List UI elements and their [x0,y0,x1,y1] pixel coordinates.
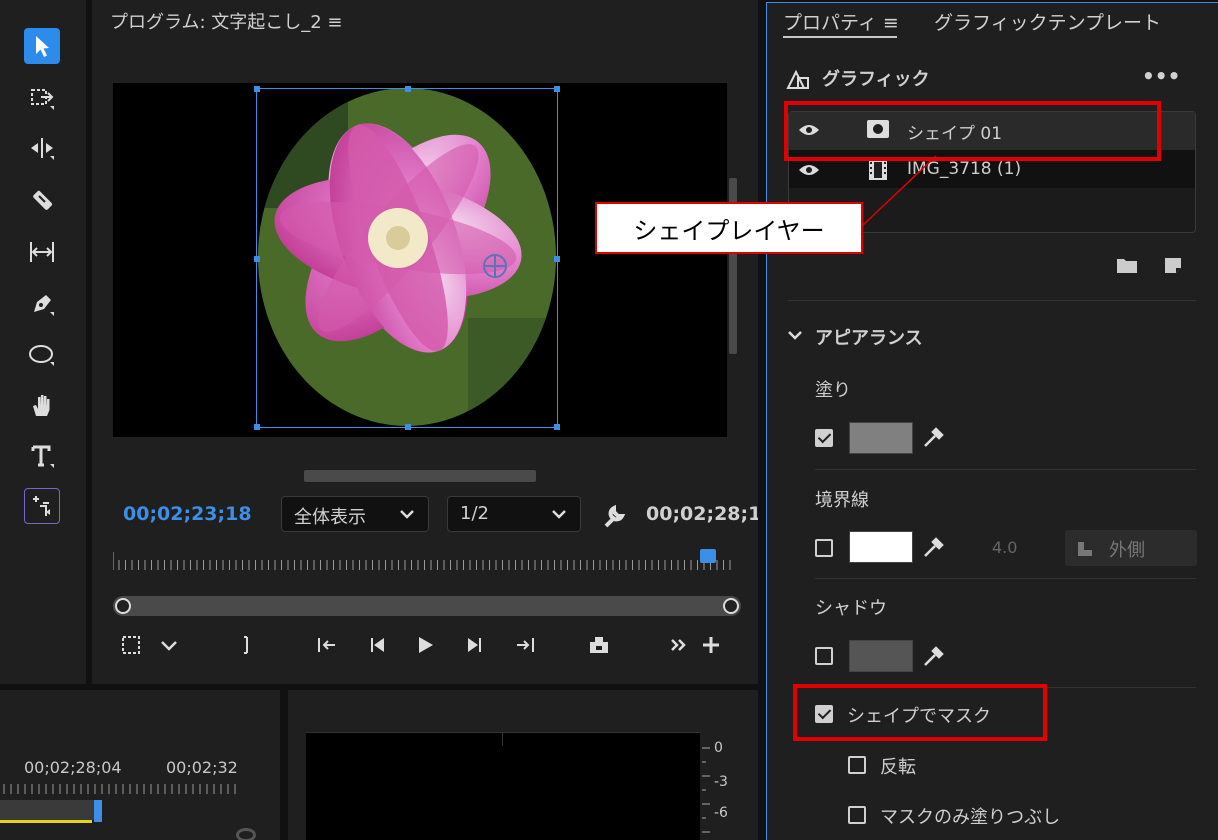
export-frame-icon[interactable] [584,630,614,660]
resize-handle[interactable] [254,256,260,262]
callout-label: シェイプレイヤー [595,202,863,254]
stroke-position-icon [1078,542,1092,556]
timeline-clip[interactable] [0,800,96,820]
invert-checkbox[interactable] [848,756,866,774]
eyedropper-icon[interactable] [921,536,945,560]
layer-name: IMG_3718 (1) [907,159,1022,179]
zoom-level-value: 全体表示 [294,507,366,528]
chevron-down-icon [552,510,566,519]
fill-color-swatch[interactable] [849,422,913,454]
resolution-select[interactable]: 1/2 [447,496,581,532]
type-tool-icon[interactable] [22,436,62,476]
resize-handle[interactable] [405,86,411,92]
pen-tool-icon[interactable] [22,284,62,324]
track-select-tool-icon[interactable] [22,78,62,118]
shadow-label: シャドウ [815,598,887,619]
resize-handle[interactable] [254,86,260,92]
horizontal-scrollbar[interactable] [304,470,536,482]
razor-tool-icon[interactable] [22,180,62,220]
monitor-title[interactable]: プログラム: 文字起こし_2 ≡ [110,8,343,34]
stroke-color-swatch[interactable] [849,531,913,563]
resolution-value: 1/2 [460,503,489,524]
shape-layer-highlight [784,101,1161,161]
resize-handle[interactable] [554,424,560,430]
shape-bounding-box[interactable] [254,86,560,430]
divider [815,578,1196,579]
tab-properties[interactable]: プロパティ ≡ [783,8,899,35]
selection-tool-icon[interactable] [24,28,60,64]
timeline-playhead[interactable] [94,800,102,822]
zoom-level-select[interactable]: 全体表示 [281,496,429,532]
step-forward-icon[interactable] [460,630,490,660]
audio-divider [502,732,503,746]
audio-meter-display [306,732,700,840]
add-button-icon[interactable] [696,630,726,660]
work-area-bar [0,820,92,823]
time-ruler[interactable] [113,548,733,574]
timeline-ruler[interactable] [0,782,240,794]
shadow-color-swatch[interactable] [849,640,913,672]
eyedropper-icon[interactable] [921,645,945,669]
appearance-section-title[interactable]: アピアランス [815,324,923,350]
shadow-checkbox[interactable] [815,647,833,665]
eyedropper-icon[interactable] [921,426,945,450]
playhead[interactable] [700,549,716,563]
resize-handle[interactable] [254,424,260,430]
chevron-down-icon [400,510,414,519]
eye-icon[interactable] [798,162,820,178]
stroke-label: 境界線 [815,490,869,511]
chevron-down-icon[interactable] [786,326,804,344]
zoom-start-handle[interactable] [115,598,131,614]
remix-tool-icon[interactable] [24,488,60,524]
ripple-edit-tool-icon[interactable] [22,128,62,168]
wrench-icon[interactable] [600,502,628,530]
timeline-time-label: 00;02;32 [166,758,238,777]
fill-label: 塗り [815,380,851,401]
hand-tool-icon[interactable] [22,386,62,426]
fill-mask-only-label[interactable]: マスクのみ塗りつぶし [880,803,1060,829]
current-timecode[interactable]: 00;02;23;18 [123,503,252,525]
meter-ticks [702,747,710,833]
meter-level-label: -3 [714,774,728,790]
zoom-end-handle[interactable] [723,598,739,614]
meter-level-label: -6 [714,805,728,821]
more-controls-icon[interactable] [664,630,694,660]
resize-handle[interactable] [554,86,560,92]
stroke-checkbox[interactable] [815,539,833,557]
stroke-width-value[interactable]: 4.0 [992,538,1017,557]
stroke-position-select[interactable]: 外側 [1065,530,1197,566]
go-to-out-icon[interactable] [510,630,540,660]
fill-mask-only-checkbox[interactable] [848,806,866,824]
safe-margins-icon[interactable] [116,630,146,660]
invert-label[interactable]: 反転 [880,753,916,779]
resize-handle[interactable] [554,256,560,262]
new-layer-icon[interactable] [1162,256,1184,274]
slip-tool-icon[interactable] [22,232,62,272]
active-tab-indicator [783,36,897,38]
timeline-zoom-knob[interactable] [236,828,256,840]
ellipse-tool-icon[interactable] [22,334,62,374]
divider [815,469,1196,470]
step-back-icon[interactable] [362,630,392,660]
more-options-icon[interactable]: ••• [1142,64,1180,88]
end-timecode: 00;02;28;17 [646,503,758,525]
film-clip-icon [869,160,887,180]
resize-handle[interactable] [405,424,411,430]
mask-option-highlight [793,684,1047,741]
folder-icon[interactable] [1116,256,1138,274]
graphic-icon [786,69,809,89]
go-to-in-icon[interactable] [312,630,342,660]
tab-graphic-templates[interactable]: グラフィックテンプレート [934,8,1161,35]
divider [788,300,1196,301]
zoom-scroll-bar[interactable] [113,596,741,616]
fill-checkbox[interactable] [815,429,833,447]
play-icon[interactable] [410,630,440,660]
graphic-section-title: グラフィック [822,69,930,90]
timeline-time-label: 00;02;28;04 [24,758,122,777]
mark-out-icon[interactable] [232,630,262,660]
stroke-position-value: 外側 [1109,540,1145,561]
meter-level-label: 0 [714,740,723,756]
chevron-down-icon[interactable] [154,630,184,660]
